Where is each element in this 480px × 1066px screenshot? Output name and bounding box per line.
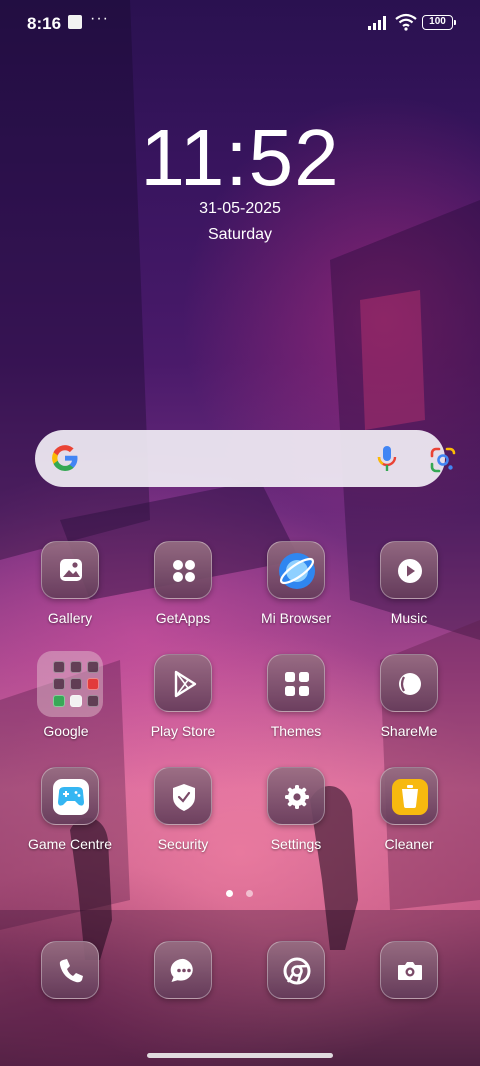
app-label: Music bbox=[390, 610, 428, 626]
app-label: Mi Browser bbox=[260, 610, 331, 626]
getapps-icon bbox=[173, 560, 195, 582]
app-shareme[interactable]: ShareMe bbox=[354, 654, 464, 754]
app-label: Game Centre bbox=[27, 836, 113, 852]
wifi-icon bbox=[395, 13, 417, 31]
cleaner-icon bbox=[392, 779, 428, 815]
google-lens-icon[interactable] bbox=[429, 446, 457, 474]
clock-day: Saturday bbox=[207, 226, 273, 243]
phone-icon bbox=[59, 959, 83, 983]
app-label: Settings bbox=[270, 836, 322, 852]
signal-icon bbox=[368, 16, 386, 30]
app-cleaner[interactable]: Cleaner bbox=[354, 767, 464, 867]
game-centre-icon bbox=[53, 779, 89, 815]
security-icon bbox=[173, 784, 195, 811]
app-getapps[interactable]: GetApps bbox=[128, 541, 238, 641]
app-game-centre[interactable]: Game Centre bbox=[15, 767, 125, 867]
play-store-icon bbox=[174, 670, 197, 698]
dock-camera[interactable] bbox=[354, 941, 464, 1041]
notification-square-icon bbox=[68, 15, 82, 29]
app-label: Security bbox=[157, 836, 209, 852]
page-indicator bbox=[226, 884, 266, 902]
chrome-icon bbox=[283, 957, 311, 985]
app-label: Gallery bbox=[47, 610, 93, 626]
clock-date: 31-05-2025 bbox=[199, 200, 281, 217]
gesture-nav-bar[interactable] bbox=[147, 1053, 333, 1058]
google-search-bar[interactable] bbox=[35, 430, 456, 487]
messages-icon bbox=[170, 958, 193, 982]
app-security[interactable]: Security bbox=[128, 767, 238, 867]
battery-icon: 100 bbox=[422, 15, 456, 30]
page-dot-active bbox=[226, 890, 233, 897]
app-label: Cleaner bbox=[384, 836, 434, 852]
camera-icon bbox=[398, 962, 422, 980]
dock-messages[interactable] bbox=[128, 941, 238, 1041]
shareme-icon bbox=[399, 673, 421, 695]
google-logo bbox=[52, 445, 78, 471]
folder-google[interactable]: Google bbox=[11, 651, 121, 754]
app-gallery[interactable]: Gallery bbox=[15, 541, 125, 641]
dock-chrome[interactable] bbox=[241, 941, 351, 1041]
google-folder-icon bbox=[37, 651, 103, 717]
music-icon bbox=[398, 559, 422, 583]
status-time: 8:16 bbox=[27, 14, 62, 33]
dock-phone[interactable] bbox=[15, 941, 125, 1041]
app-label: ShareMe bbox=[380, 723, 438, 739]
microphone-icon[interactable] bbox=[373, 444, 401, 474]
themes-icon bbox=[285, 672, 309, 696]
overflow-dots-icon: ··· bbox=[90, 10, 109, 27]
clock-time[interactable]: 11:52 bbox=[0, 112, 480, 204]
app-mi-browser[interactable]: Mi Browser bbox=[241, 541, 351, 641]
page-dot bbox=[246, 890, 253, 897]
app-settings[interactable]: Settings bbox=[241, 767, 351, 867]
app-play-store[interactable]: Play Store bbox=[128, 654, 238, 754]
app-label: Google bbox=[43, 723, 89, 739]
status-bar: 8:16 ··· 100 bbox=[0, 0, 480, 46]
gallery-icon bbox=[60, 559, 82, 581]
settings-icon bbox=[285, 785, 309, 809]
app-music[interactable]: Music bbox=[354, 541, 464, 641]
mi-browser-icon bbox=[279, 553, 315, 589]
app-themes[interactable]: Themes bbox=[241, 654, 351, 754]
app-label: Play Store bbox=[150, 723, 216, 739]
app-label: GetApps bbox=[155, 610, 211, 626]
app-label: Themes bbox=[270, 723, 322, 739]
